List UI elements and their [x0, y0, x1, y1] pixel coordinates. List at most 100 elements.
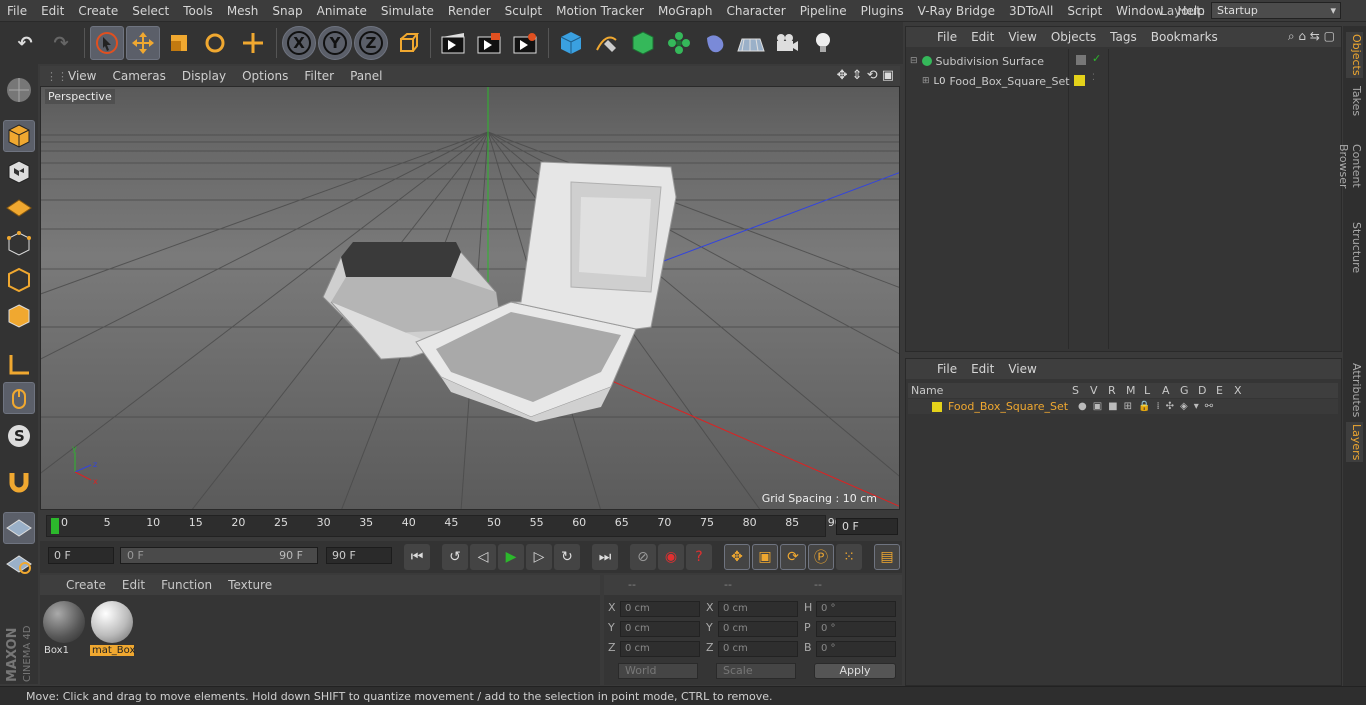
- objects-menu-tags[interactable]: Tags: [1103, 30, 1144, 44]
- transform-tool-icon[interactable]: [236, 26, 270, 60]
- col-expressions[interactable]: E: [1216, 384, 1234, 397]
- camera-icon[interactable]: [770, 26, 804, 60]
- autokey-icon[interactable]: ◉: [658, 544, 684, 570]
- timeline-ruler[interactable]: 0 5 10 15 20 25 30 35 40 45 50 55 60 65 70 75 80 85 90: [46, 515, 842, 537]
- menu-mograph[interactable]: MoGraph: [651, 4, 720, 18]
- polygons-mode-icon[interactable]: [3, 300, 35, 332]
- floor-environment-icon[interactable]: [734, 26, 768, 60]
- layers-menu-view[interactable]: View: [1001, 362, 1043, 376]
- material-menu-function[interactable]: Function: [153, 578, 220, 592]
- 3d-viewport[interactable]: y z x Perspective Grid Spacing : 10 cm: [40, 86, 900, 510]
- object-search-icon[interactable]: ⌕ ⌂ ⇆ ▢: [1288, 29, 1335, 44]
- start-frame-field[interactable]: 0 F: [48, 547, 114, 564]
- menu-create[interactable]: Create: [71, 4, 125, 18]
- viewport-menu-filter[interactable]: Filter: [296, 69, 342, 83]
- col-solo[interactable]: S: [1072, 384, 1090, 397]
- size-x-field[interactable]: 0 cm: [718, 601, 798, 617]
- x-axis-lock-button[interactable]: X: [282, 26, 316, 60]
- objects-menu-edit[interactable]: Edit: [964, 30, 1001, 44]
- col-generators[interactable]: G: [1180, 384, 1198, 397]
- material-swatch-selected[interactable]: mat_Box: [90, 599, 135, 656]
- tab-objects[interactable]: Objects: [1346, 32, 1363, 78]
- key-position-icon[interactable]: ✥: [724, 544, 750, 570]
- layer-name[interactable]: Food_Box_Square_Set: [948, 400, 1078, 413]
- current-frame-field[interactable]: 0 F: [836, 518, 898, 535]
- workplane-mode-icon[interactable]: [3, 192, 35, 224]
- rot-p-field[interactable]: 0 °: [816, 621, 896, 637]
- tab-content-browser[interactable]: Content Browser: [1337, 124, 1363, 208]
- tree-item[interactable]: ⊞ L0 Food_Box_Square_Set: [922, 73, 1070, 89]
- coord-mode-dropdown[interactable]: World: [618, 663, 698, 679]
- material-menu-texture[interactable]: Texture: [220, 578, 280, 592]
- menu-sculpt[interactable]: Sculpt: [498, 4, 549, 18]
- col-deformers[interactable]: D: [1198, 384, 1216, 397]
- menu-motion-tracker[interactable]: Motion Tracker: [549, 4, 651, 18]
- objects-menu-bookmarks[interactable]: Bookmarks: [1144, 30, 1225, 44]
- axis-mode-icon[interactable]: [3, 348, 35, 380]
- pos-x-field[interactable]: 0 cm: [620, 601, 700, 617]
- cube-primitive-icon[interactable]: [554, 26, 588, 60]
- rot-h-field[interactable]: 0 °: [816, 601, 896, 617]
- col-manager[interactable]: M: [1126, 384, 1144, 397]
- menu-plugins[interactable]: Plugins: [854, 4, 911, 18]
- solo-mode-icon[interactable]: S: [3, 420, 35, 452]
- layer-row[interactable]: Food_Box_Square_Set ●▣■⊞🔒⁞✣◈▾⚯: [908, 399, 1338, 414]
- key-pla-icon[interactable]: ⁙: [836, 544, 862, 570]
- objects-menu-objects[interactable]: Objects: [1044, 30, 1103, 44]
- menu-select[interactable]: Select: [125, 4, 176, 18]
- size-z-field[interactable]: 0 cm: [718, 641, 798, 657]
- texture-mode-icon[interactable]: [3, 156, 35, 188]
- record-keys-icon[interactable]: ⊘: [630, 544, 656, 570]
- enabled-check-icon[interactable]: ✓: [1092, 52, 1101, 65]
- model-mode-icon[interactable]: [3, 120, 35, 152]
- points-mode-icon[interactable]: [3, 228, 35, 260]
- material-swatch[interactable]: Box1: [42, 599, 86, 656]
- viewport-menu-view[interactable]: View: [60, 69, 104, 83]
- objects-menu-file[interactable]: File: [930, 30, 964, 44]
- next-frame-icon[interactable]: ▷: [526, 544, 552, 570]
- rotate-tool-icon[interactable]: [198, 26, 232, 60]
- menu-snap[interactable]: Snap: [265, 4, 309, 18]
- tweak-mode-icon[interactable]: [3, 382, 35, 414]
- size-mode-dropdown[interactable]: Scale: [716, 663, 796, 679]
- tab-takes[interactable]: Takes: [1346, 84, 1363, 118]
- menu-character[interactable]: Character: [719, 4, 792, 18]
- y-axis-lock-button[interactable]: Y: [318, 26, 352, 60]
- deformer-icon[interactable]: [698, 26, 732, 60]
- material-menu-create[interactable]: Create: [58, 578, 114, 592]
- layers-menu-edit[interactable]: Edit: [964, 362, 1001, 376]
- light-icon[interactable]: [806, 26, 840, 60]
- make-editable-icon[interactable]: [3, 74, 35, 106]
- viewport-menu-display[interactable]: Display: [174, 69, 234, 83]
- layer-toggle-icons[interactable]: ●▣■⊞🔒⁞✣◈▾⚯: [1078, 401, 1219, 412]
- render-picture-viewer-icon[interactable]: [472, 26, 506, 60]
- go-to-start-icon[interactable]: ⏮: [404, 544, 430, 570]
- playhead[interactable]: [51, 518, 59, 534]
- layer-color-swatch[interactable]: [932, 401, 942, 412]
- layers-menu-file[interactable]: File: [930, 362, 964, 376]
- move-tool-icon[interactable]: [126, 26, 160, 60]
- tree-item[interactable]: ⊟ Subdivision Surface: [910, 53, 1044, 69]
- menu-animate[interactable]: Animate: [310, 4, 374, 18]
- render-view-icon[interactable]: [436, 26, 470, 60]
- coordinate-system-icon[interactable]: [392, 26, 426, 60]
- viewport-menu-cameras[interactable]: Cameras: [104, 69, 173, 83]
- col-xref[interactable]: X: [1234, 384, 1252, 397]
- scale-tool-icon[interactable]: [162, 26, 196, 60]
- timeline-window-icon[interactable]: ▤: [874, 544, 900, 570]
- pos-y-field[interactable]: 0 cm: [620, 621, 700, 637]
- viewport-nav-icons[interactable]: ✥ ⇕ ⟲ ▣: [837, 68, 894, 83]
- live-selection-icon[interactable]: [90, 26, 124, 60]
- layout-dropdown[interactable]: Startup: [1211, 2, 1341, 19]
- col-locked[interactable]: L: [1144, 384, 1162, 397]
- planar-workplane-icon[interactable]: [3, 548, 35, 580]
- key-parameter-icon[interactable]: Ⓟ: [808, 544, 834, 570]
- col-render[interactable]: R: [1108, 384, 1126, 397]
- next-key-icon[interactable]: ↻: [554, 544, 580, 570]
- previous-key-icon[interactable]: ↺: [442, 544, 468, 570]
- apply-button[interactable]: Apply: [814, 663, 896, 679]
- menu-vray-bridge[interactable]: V-Ray Bridge: [911, 4, 1002, 18]
- previous-frame-icon[interactable]: ◁: [470, 544, 496, 570]
- redo-icon[interactable]: ↷: [44, 26, 78, 60]
- size-y-field[interactable]: 0 cm: [718, 621, 798, 637]
